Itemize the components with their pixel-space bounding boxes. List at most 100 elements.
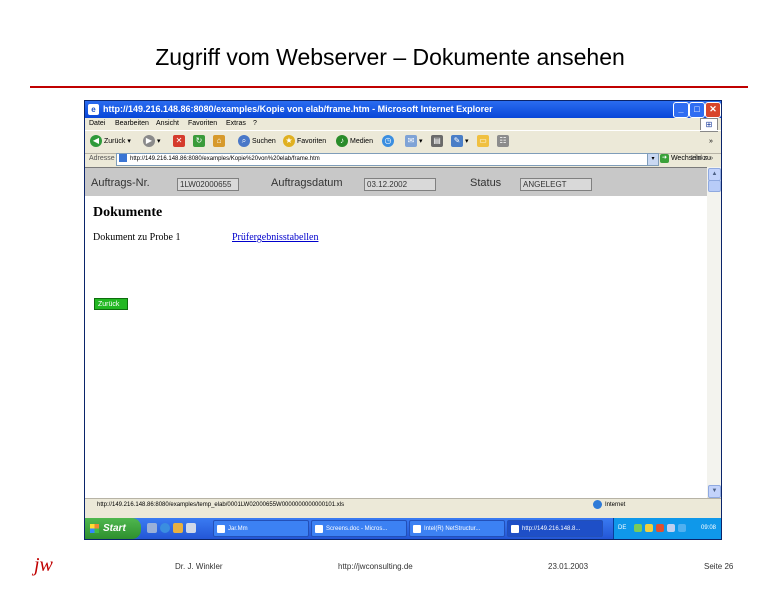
- title-divider: [30, 86, 748, 88]
- home-icon: ⌂: [213, 135, 225, 148]
- status-bar: http://149.216.148.86:8080/examples/temp…: [85, 498, 721, 512]
- taskbar: Start Jar.Mm Screens.doc - Micros... Int…: [85, 518, 721, 539]
- home-button[interactable]: ⌂: [213, 135, 227, 149]
- vertical-scrollbar[interactable]: ▲ ▼: [707, 167, 721, 498]
- ie-logo-icon: e: [88, 104, 99, 115]
- security-zone: Internet: [593, 499, 625, 512]
- back-button[interactable]: Zurück: [94, 298, 128, 310]
- edit-button[interactable]: ✎ ▾: [451, 135, 469, 149]
- forward-arrow-icon: ▶: [143, 135, 155, 148]
- close-button[interactable]: ✕: [705, 102, 721, 118]
- back-dropdown-icon[interactable]: ▾: [125, 138, 131, 145]
- back-toolbar-button[interactable]: ◀ Zurück ▾: [90, 135, 131, 149]
- globe-icon: [593, 499, 602, 509]
- task-jar[interactable]: Jar.Mm: [213, 520, 309, 537]
- menu-bearbeiten[interactable]: Bearbeiten: [115, 118, 149, 130]
- menu-favoriten[interactable]: Favoriten: [188, 118, 217, 130]
- jw-logo: jw: [34, 554, 53, 576]
- media-icon: ♪: [336, 135, 348, 148]
- maximize-button[interactable]: □: [689, 102, 705, 118]
- folder-icon: ▭: [477, 135, 489, 148]
- document-name: Dokument zu Probe 1: [93, 232, 181, 243]
- scroll-thumb[interactable]: [708, 180, 721, 192]
- messenger-icon: ☷: [497, 135, 509, 148]
- ie-task-icon: [511, 525, 519, 533]
- go-arrow-icon: ➜: [660, 153, 669, 163]
- address-bar: Adresse http://149.216.148.86:8080/examp…: [85, 152, 721, 166]
- favorites-button[interactable]: ★ Favoriten: [283, 135, 326, 149]
- start-button[interactable]: Start: [85, 518, 141, 539]
- order-number-label: Auftrags-Nr.: [91, 177, 150, 189]
- quicklaunch-extra-icon[interactable]: [186, 523, 196, 533]
- order-number-field[interactable]: 1LW02000655: [177, 178, 239, 191]
- slide-title: Zugriff vom Webserver – Dokumente ansehe…: [155, 44, 625, 70]
- tray-network-icon[interactable]: [634, 524, 642, 532]
- print-button[interactable]: ▤: [431, 135, 445, 149]
- tray-update-icon[interactable]: [678, 524, 686, 532]
- print-icon: ▤: [431, 135, 443, 148]
- order-date-field[interactable]: 03.12.2002: [364, 178, 436, 191]
- folder-button[interactable]: ▭: [477, 135, 491, 149]
- refresh-button[interactable]: ↻: [193, 135, 207, 149]
- tray-volume-icon[interactable]: [667, 524, 675, 532]
- forward-toolbar-button[interactable]: ▶ ▾: [143, 135, 161, 149]
- menu-ansicht[interactable]: Ansicht: [156, 118, 179, 130]
- documents-heading: Dokumente: [93, 205, 163, 220]
- toolbar: ◀ Zurück ▾ ▶ ▾ ✕ ↻ ⌂ ⌕ Suchen ★ Favoriten ♪ M…: [85, 130, 721, 154]
- page-content: Auftrags-Nr. 1LW02000655 Auftragsdatum 0…: [85, 167, 707, 498]
- tray-antivirus-icon[interactable]: [656, 524, 664, 532]
- address-label: Adresse: [89, 155, 115, 162]
- stop-icon: ✕: [173, 135, 185, 148]
- history-button[interactable]: ◷: [382, 135, 396, 149]
- tray-security-icon[interactable]: [645, 524, 653, 532]
- window-title: http://149.216.148.86:8080/examples/Kopi…: [103, 104, 493, 114]
- language-indicator[interactable]: DE: [618, 518, 626, 539]
- search-icon: ⌕: [238, 135, 250, 148]
- edit-icon: ✎: [451, 135, 463, 148]
- stop-button[interactable]: ✕: [173, 135, 187, 149]
- quicklaunch-ie-icon[interactable]: [160, 523, 170, 533]
- address-dropdown-icon[interactable]: ▾: [647, 153, 659, 166]
- footer-date: 23.01.2003: [548, 562, 589, 571]
- test-results-link[interactable]: Prüfergebnisstabellen: [232, 232, 318, 243]
- task-screens-doc[interactable]: Screens.doc - Micros...: [311, 520, 407, 537]
- links-button[interactable]: Links »: [691, 152, 713, 166]
- quicklaunch-outlook-icon[interactable]: [173, 523, 183, 533]
- menu-datei[interactable]: Datei: [89, 118, 105, 130]
- windows-flag-icon: [90, 524, 99, 533]
- page-icon: [119, 154, 127, 163]
- history-icon: ◷: [382, 135, 394, 148]
- footer-page-number: Seite 26: [704, 562, 734, 571]
- media-button[interactable]: ♪ Medien: [336, 135, 373, 149]
- system-tray: DE 09:08: [613, 518, 721, 539]
- minimize-button[interactable]: _: [673, 102, 689, 118]
- footer-website: http://jwconsulting.de: [338, 562, 413, 571]
- browser-window: e http://149.216.148.86:8080/examples/Ko…: [84, 100, 722, 540]
- star-icon: ★: [283, 135, 295, 148]
- status-url: http://149.216.148.86:8080/examples/temp…: [97, 502, 345, 508]
- back-arrow-icon: ◀: [90, 135, 102, 148]
- menu-help[interactable]: ?: [253, 118, 257, 130]
- search-button[interactable]: ⌕ Suchen: [238, 135, 276, 149]
- footer-author: Dr. J. Winkler: [175, 562, 223, 571]
- clock: 09:08: [700, 525, 716, 531]
- toolbar-overflow-icon[interactable]: »: [709, 135, 713, 149]
- task-intel[interactable]: Intel(R) NetStructur...: [409, 520, 505, 537]
- window-titlebar[interactable]: e http://149.216.148.86:8080/examples/Ko…: [85, 101, 721, 118]
- order-date-label: Auftragsdatum: [271, 177, 343, 189]
- task-icon: [217, 525, 225, 533]
- refresh-icon: ↻: [193, 135, 205, 148]
- address-input[interactable]: http://149.216.148.86:8080/examples/Kopi…: [116, 153, 648, 166]
- task-browser[interactable]: http://149.216.148.8...: [507, 520, 603, 537]
- order-header: Auftrags-Nr. 1LW02000655 Auftragsdatum 0…: [85, 168, 707, 196]
- mail-button[interactable]: ✉ ▾: [405, 135, 423, 149]
- menu-bar: Datei Bearbeiten Ansicht Favoriten Extra…: [85, 118, 721, 130]
- app-icon: [413, 525, 421, 533]
- mail-icon: ✉: [405, 135, 417, 148]
- menu-extras[interactable]: Extras: [226, 118, 246, 130]
- status-label: Status: [470, 177, 502, 189]
- status-field[interactable]: ANGELEGT: [520, 178, 592, 191]
- scroll-down-icon[interactable]: ▼: [708, 485, 721, 498]
- messenger-button[interactable]: ☷: [497, 135, 511, 149]
- quicklaunch-desktop-icon[interactable]: [147, 523, 157, 533]
